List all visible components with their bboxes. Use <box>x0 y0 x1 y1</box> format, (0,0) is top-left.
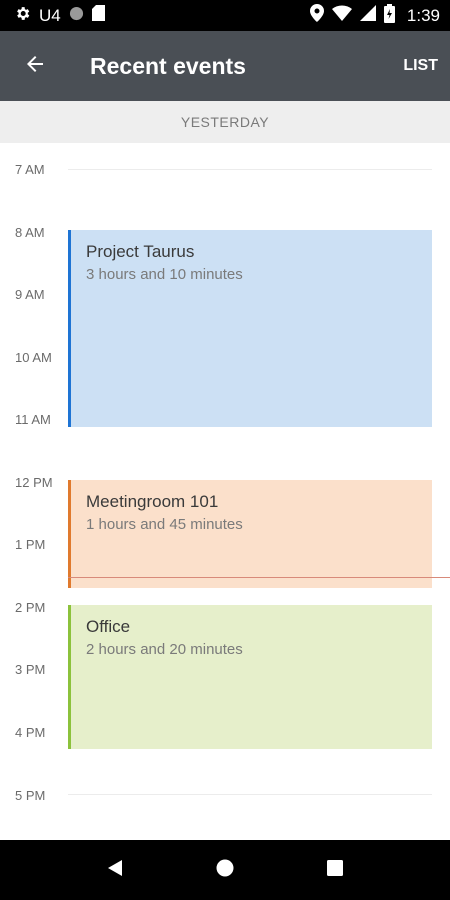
hour-label: 8 AM <box>15 225 45 240</box>
event-title: Office <box>86 617 131 636</box>
event-duration: 3 hours and 10 minutes <box>86 266 243 283</box>
hour-gridline <box>68 169 432 170</box>
app-bar: Recent events LIST <box>0 31 450 101</box>
nav-recents-button[interactable] <box>305 840 365 900</box>
wifi-icon <box>331 5 352 26</box>
back-triangle-icon <box>107 859 123 882</box>
event-title: Meetingroom 101 <box>86 492 219 511</box>
hour-label: 9 AM <box>15 287 45 302</box>
back-button[interactable] <box>0 31 70 101</box>
hour-label: 7 AM <box>15 162 45 177</box>
hour-label: 4 PM <box>15 725 46 740</box>
hour-label: 1 PM <box>15 537 46 552</box>
home-circle-icon <box>216 859 234 882</box>
status-bar-right: 1:39 <box>309 3 440 28</box>
event-card[interactable]: Project Taurus 3 hours and 10 minutes <box>68 230 432 427</box>
event-title: Project Taurus <box>86 242 195 261</box>
event-duration: 1 hours and 45 minutes <box>86 516 243 533</box>
status-bar: U4 1:39 <box>0 0 450 31</box>
arrow-left-icon <box>23 52 47 81</box>
event-card[interactable]: Meetingroom 101 1 hours and 45 minutes <box>68 480 432 588</box>
battery-charging-icon <box>383 3 395 28</box>
carrier-text: U4 <box>39 5 61 25</box>
day-header: YESTERDAY <box>0 101 450 143</box>
recents-square-icon <box>327 859 343 881</box>
current-time-indicator <box>68 577 450 578</box>
list-button[interactable]: LIST <box>391 31 450 101</box>
hour-label: 11 AM <box>15 412 51 427</box>
event-card[interactable]: Office 2 hours and 20 minutes <box>68 605 432 749</box>
nav-home-button[interactable] <box>195 840 255 900</box>
hour-label: 10 AM <box>15 350 52 365</box>
hour-label: 5 PM <box>15 788 46 803</box>
status-bar-left: U4 <box>14 5 105 27</box>
system-nav-bar <box>0 840 450 900</box>
gear-icon <box>14 5 31 27</box>
nav-back-button[interactable] <box>85 840 145 900</box>
status-time: 1:39 <box>406 5 440 25</box>
circle-icon <box>69 6 84 26</box>
location-icon <box>309 4 324 27</box>
signal-icon <box>359 5 376 26</box>
sd-card-icon <box>91 5 105 26</box>
hour-label: 12 PM <box>15 475 53 490</box>
hour-gridline <box>68 794 432 795</box>
event-duration: 2 hours and 20 minutes <box>86 641 243 658</box>
hour-label: 2 PM <box>15 600 46 615</box>
page-title: Recent events <box>90 52 246 79</box>
timeline[interactable]: 7 AM 8 AM 9 AM 10 AM 11 AM 12 PM 1 PM 2 … <box>0 143 450 840</box>
hour-label: 3 PM <box>15 662 46 677</box>
